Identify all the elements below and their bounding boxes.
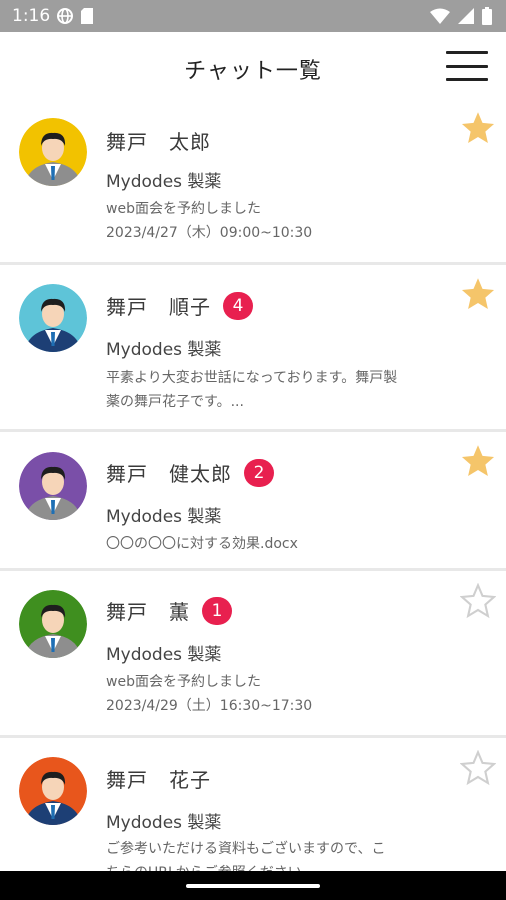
- menu-icon-line: [446, 78, 488, 81]
- menu-icon-line: [446, 64, 488, 68]
- sd-card-icon: [81, 8, 93, 24]
- chat-list-item[interactable]: 舞戸 順子 4 Mydodes 製薬 平素より大変お世話になっております。舞戸製…: [0, 265, 506, 432]
- menu-button[interactable]: [446, 51, 488, 81]
- unread-badge: 1: [202, 596, 232, 625]
- chat-list-item[interactable]: 舞戸 薫 1 Mydodes 製薬 web面会を予約しました 2023/4/29…: [0, 571, 506, 738]
- contact-name: 舞戸 健太郎: [106, 462, 232, 486]
- company-name: Mydodes 製薬: [106, 507, 222, 527]
- avatar: [19, 590, 87, 658]
- battery-icon: [482, 7, 492, 25]
- chat-list-item[interactable]: 舞戸 花子 Mydodes 製薬 ご参考いただける資料もございますので、こ ちら…: [0, 738, 506, 888]
- avatar: [19, 452, 87, 520]
- message-preview: web面会を予約しました: [106, 674, 261, 690]
- company-name: Mydodes 製薬: [106, 172, 222, 192]
- message-preview-line2: 薬の舞戸花子です。...: [106, 394, 244, 410]
- app-header: チャット一覧: [0, 32, 506, 100]
- navigation-bar: [0, 871, 506, 900]
- favorite-star-icon[interactable]: [460, 110, 496, 146]
- message-preview-line2: 2023/4/27（木）09:00~10:30: [106, 225, 313, 241]
- chat-list-item[interactable]: 舞戸 太郎 Mydodes 製薬 web面会を予約しました 2023/4/27（…: [0, 100, 506, 265]
- company-name: Mydodes 製薬: [106, 340, 222, 360]
- contact-name: 舞戸 花子: [106, 768, 211, 792]
- favorite-star-outline-icon[interactable]: [460, 583, 496, 619]
- favorite-star-icon[interactable]: [460, 443, 496, 479]
- vpn-globe-icon: [57, 8, 73, 24]
- favorite-star-outline-icon[interactable]: [460, 750, 496, 786]
- message-preview: ご参考いただける資料もございますので、こ: [106, 841, 386, 857]
- wifi-icon: [430, 8, 450, 24]
- status-bar: 1:16: [0, 0, 506, 32]
- message-preview: 〇〇の〇〇に対する効果.docx: [106, 536, 298, 552]
- avatar: [19, 757, 87, 825]
- cell-signal-icon: [458, 8, 474, 24]
- contact-name: 舞戸 太郎: [106, 130, 211, 154]
- message-preview: web面会を予約しました: [106, 201, 261, 217]
- unread-badge: 4: [223, 291, 253, 320]
- unread-badge: 2: [244, 458, 274, 487]
- contact-name: 舞戸 薫: [106, 600, 190, 624]
- company-name: Mydodes 製薬: [106, 645, 222, 665]
- message-preview-line2: 2023/4/29（土）16:30~17:30: [106, 698, 313, 714]
- menu-icon-line: [446, 51, 488, 54]
- contact-name: 舞戸 順子: [106, 295, 211, 319]
- status-time: 1:16: [12, 6, 51, 26]
- message-preview: 平素より大変お世話になっております。舞戸製: [106, 370, 398, 386]
- company-name: Mydodes 製薬: [106, 813, 222, 833]
- chat-list-item[interactable]: 舞戸 健太郎 2 Mydodes 製薬 〇〇の〇〇に対する効果.docx: [0, 432, 506, 571]
- avatar: [19, 118, 87, 186]
- avatar: [19, 284, 87, 352]
- page-title: チャット一覧: [184, 59, 322, 84]
- chat-list: 舞戸 太郎 Mydodes 製薬 web面会を予約しました 2023/4/27（…: [0, 100, 506, 888]
- home-indicator[interactable]: [186, 884, 320, 888]
- favorite-star-icon[interactable]: [460, 276, 496, 312]
